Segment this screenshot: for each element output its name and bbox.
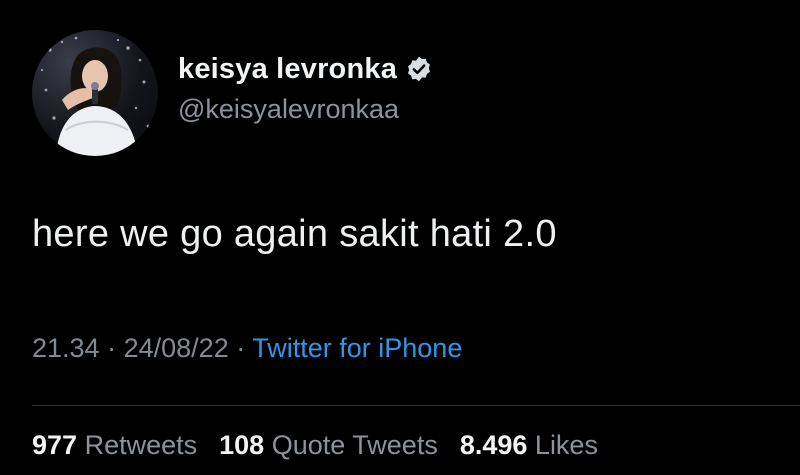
tweet-time[interactable]: 21.34 — [32, 333, 100, 363]
meta-separator: · — [236, 333, 246, 363]
tweet-stats: 977 Retweets 108 Quote Tweets 8.496 Like… — [32, 430, 620, 461]
tweet-source-link[interactable]: Twitter for iPhone — [252, 333, 462, 363]
verified-badge-icon — [405, 55, 433, 83]
user-handle[interactable]: @keisyalevronkaa — [178, 94, 433, 125]
retweets-stat[interactable]: 977 Retweets — [32, 430, 197, 461]
likes-count: 8.496 — [459, 430, 528, 460]
retweets-count: 977 — [32, 430, 78, 460]
name-row: keisya levronka — [178, 52, 433, 86]
retweets-label: Retweets — [84, 430, 198, 460]
quote-tweets-label: Quote Tweets — [271, 430, 438, 460]
display-name[interactable]: keisya levronka — [178, 53, 397, 86]
divider — [32, 405, 800, 406]
likes-label: Likes — [534, 430, 598, 460]
likes-stat[interactable]: 8.496 Likes — [460, 430, 598, 461]
avatar-photo-icon — [40, 36, 150, 156]
quote-tweets-stat[interactable]: 108 Quote Tweets — [219, 430, 438, 461]
quote-tweets-count: 108 — [219, 430, 265, 460]
meta-separator: · — [107, 333, 117, 363]
avatar[interactable] — [32, 30, 158, 156]
tweet-date[interactable]: 24/08/22 — [124, 333, 229, 363]
tweet-text: here we go again sakit hati 2.0 — [32, 213, 557, 255]
tweet-meta: 21.34 · 24/08/22 · Twitter for iPhone — [32, 333, 462, 364]
tweet-card: keisya levronka @keisyalevronkaa here we… — [0, 0, 800, 475]
user-block: keisya levronka @keisyalevronkaa — [178, 52, 433, 125]
